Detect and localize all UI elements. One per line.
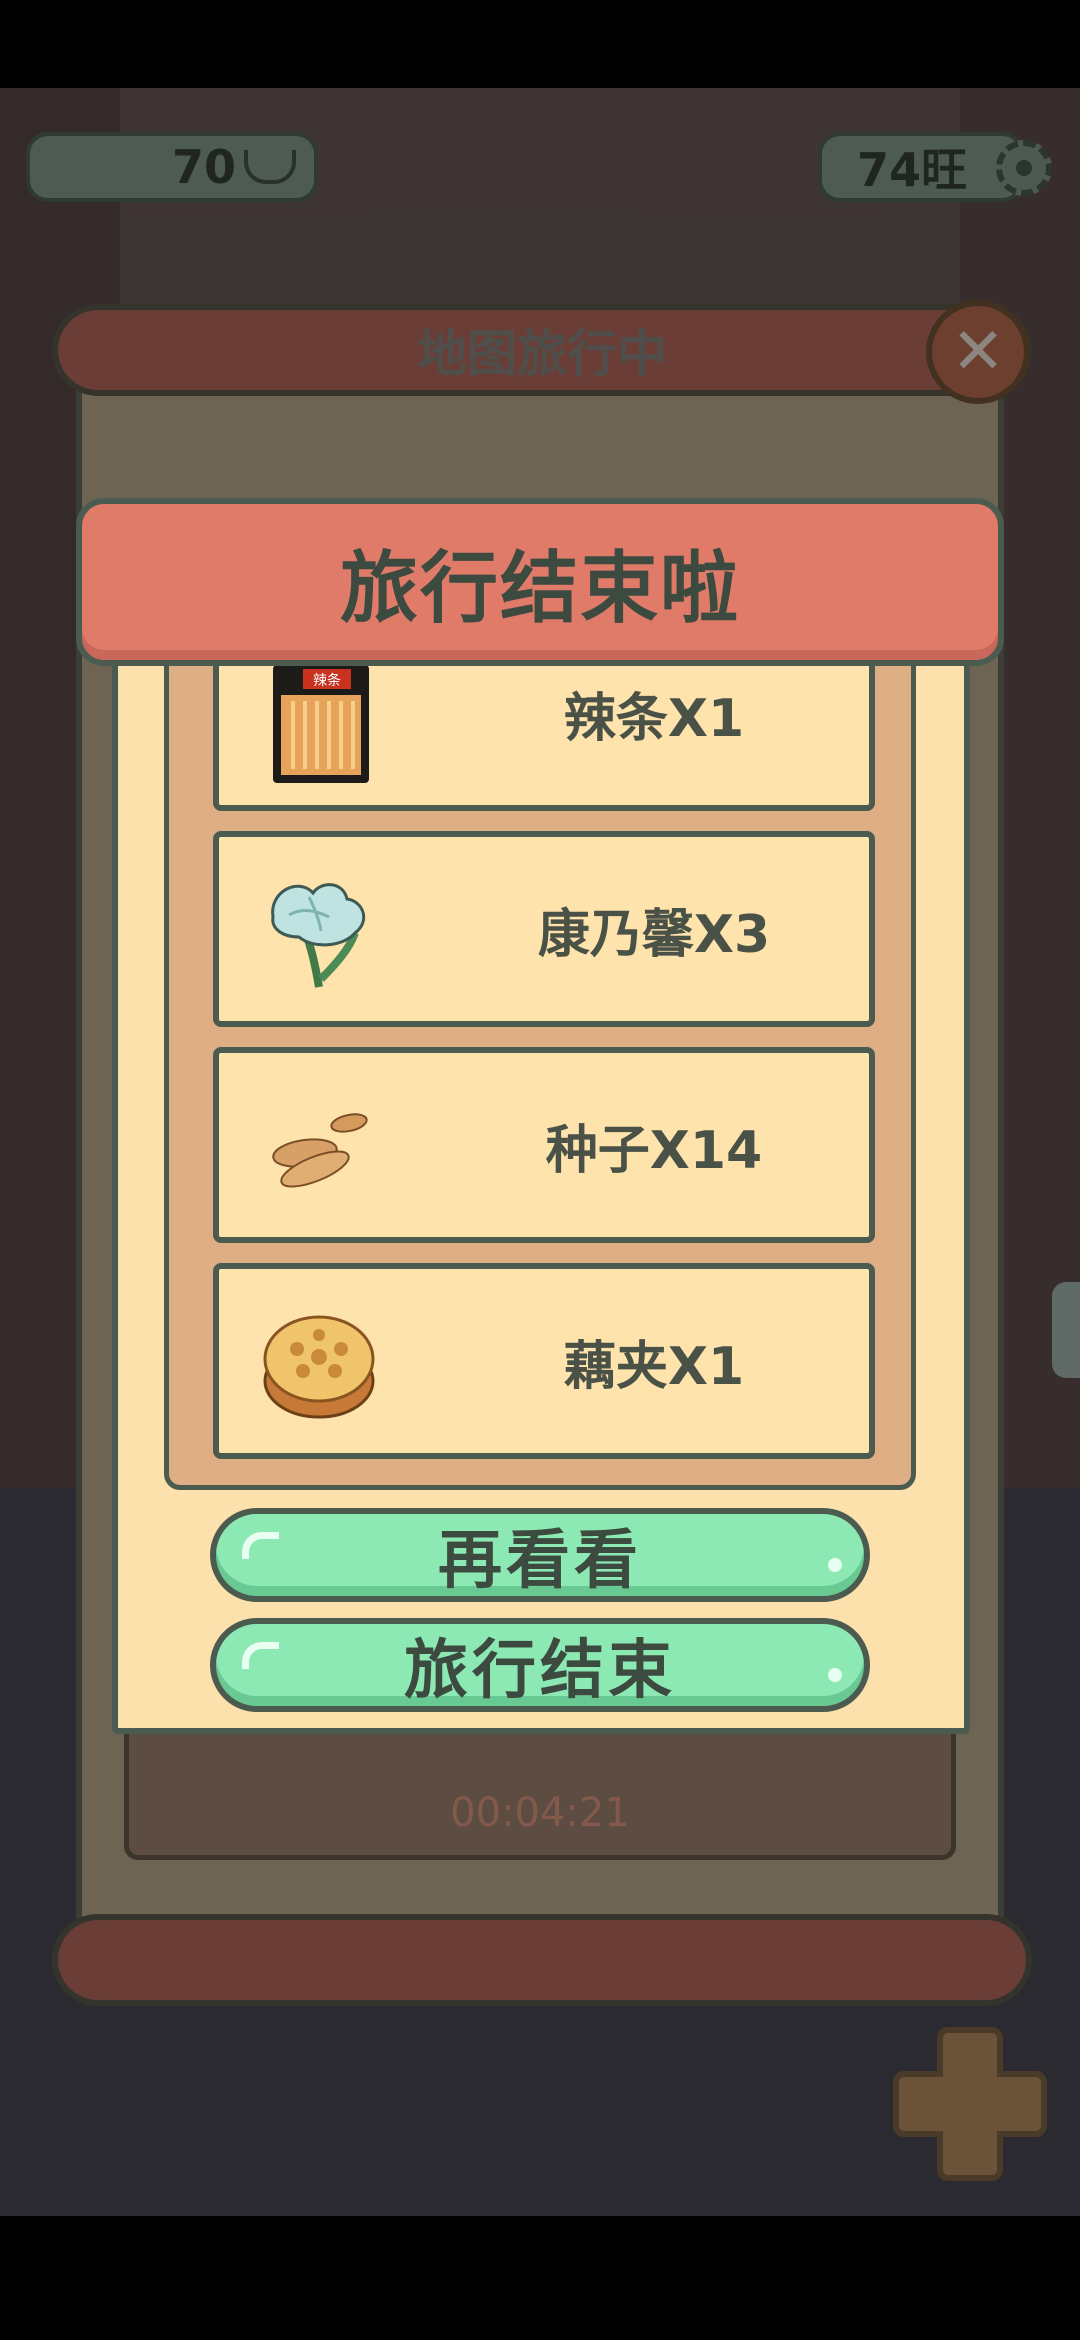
- reward-item-seeds: 种子X14: [213, 1047, 875, 1243]
- map-travel-title: 地图旅行中: [417, 325, 667, 383]
- reward-label: 康乃馨X3: [537, 904, 771, 965]
- reward-label: 种子X14: [545, 1120, 763, 1181]
- end-travel-button[interactable]: 旅行结束: [210, 1618, 870, 1712]
- result-title: 旅行结束啦: [339, 544, 740, 634]
- look-again-button[interactable]: 再看看: [210, 1508, 870, 1602]
- map-travel-header: 地图旅行中: [52, 304, 1032, 396]
- svg-text:辣条: 辣条: [313, 672, 341, 689]
- coin-count: 70: [171, 140, 236, 194]
- add-icon[interactable]: [888, 2022, 1052, 2186]
- reward-item-carnation: 康乃馨X3: [213, 831, 875, 1027]
- seeds-icon: [272, 1113, 368, 1188]
- close-icon[interactable]: ✕: [926, 300, 1030, 404]
- travel-timer: 00:04:21: [450, 1790, 630, 1836]
- look-again-label: 再看看: [438, 1524, 642, 1598]
- ingot-icon: [244, 150, 296, 184]
- side-drawer-tab[interactable]: [1052, 1282, 1080, 1378]
- travel-ended-banner: 旅行结束啦: [76, 498, 1004, 666]
- map-travel-footer: [52, 1914, 1032, 2006]
- reward-item-lotus-root-sandwich: 藕夹X1: [213, 1263, 875, 1459]
- gear-icon[interactable]: [996, 140, 1052, 196]
- reward-label: 藕夹X1: [563, 1336, 745, 1397]
- reward-list: 辣条 辣条X1 康乃馨X3 种子X14 藕夹X1: [164, 640, 916, 1490]
- wang-counter: 74旺: [818, 132, 1024, 202]
- lotus-root-sandwich-icon: [263, 1315, 375, 1419]
- wang-count: 74旺: [856, 143, 967, 197]
- carnation-icon: [271, 883, 366, 988]
- spicy-strip-icon: 辣条: [273, 665, 369, 783]
- end-travel-label: 旅行结束: [404, 1634, 676, 1708]
- coin-counter: 70: [26, 132, 318, 202]
